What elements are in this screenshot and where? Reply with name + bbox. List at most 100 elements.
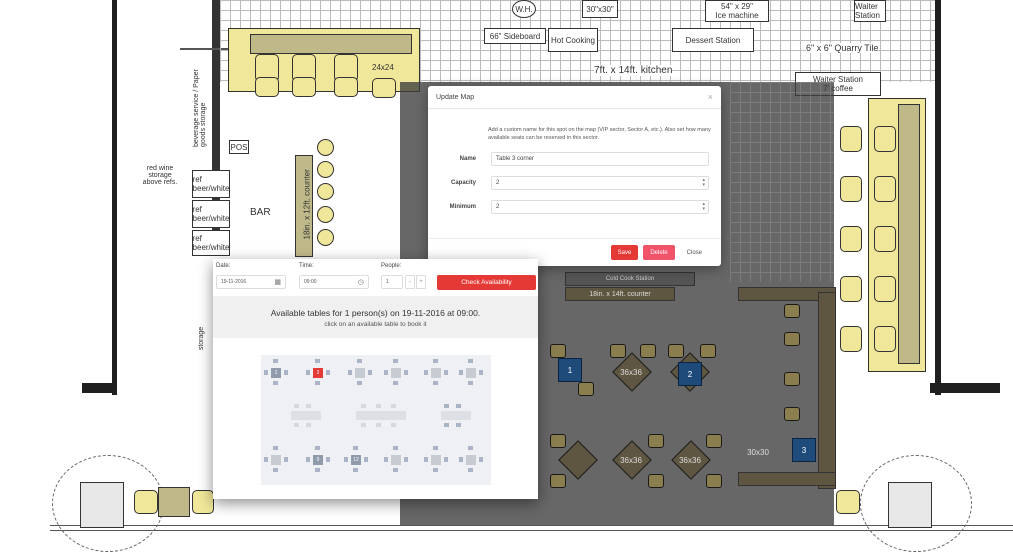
booth-dark	[738, 472, 836, 486]
wall	[930, 383, 1000, 393]
people-increment-button[interactable]: +	[416, 275, 426, 289]
wall	[935, 0, 941, 395]
dining-chair	[784, 332, 800, 346]
time-input[interactable]: 09:00 ◷	[299, 275, 369, 289]
availability-subtitle: click on an available table to book it	[324, 321, 427, 328]
blue-table: 2	[678, 362, 702, 386]
people-decrement-button[interactable]: -	[405, 275, 415, 289]
long-table[interactable]	[356, 411, 406, 420]
dining-chair	[648, 434, 664, 448]
hot-cooking: Hot Cooking	[548, 28, 598, 52]
capacity-label: Capacity	[450, 180, 476, 186]
ice-machine: 54" x 29" Ice machine	[705, 0, 769, 22]
seat-marker	[384, 457, 388, 462]
seat-marker	[433, 359, 438, 363]
table-slot[interactable]	[355, 368, 365, 378]
seat-marker	[468, 359, 473, 363]
seat-marker	[294, 404, 299, 408]
table-slot[interactable]	[271, 455, 281, 465]
booth-chair	[874, 326, 896, 352]
water-heater: W.H.	[512, 0, 536, 18]
bar-stool	[317, 229, 334, 246]
minimum-input[interactable]: 2 ▴ ▾	[491, 200, 709, 214]
seat-marker	[384, 370, 388, 375]
dining-chair	[610, 344, 626, 358]
seat-marker	[393, 446, 398, 450]
dining-chair	[640, 344, 656, 358]
save-button[interactable]: Save	[610, 245, 639, 260]
seat-marker	[344, 457, 348, 462]
bar-chair	[334, 77, 358, 97]
seat-marker	[424, 457, 428, 462]
delete-button[interactable]: Delete	[643, 245, 675, 260]
table-slot[interactable]	[466, 455, 476, 465]
seat-marker	[273, 446, 278, 450]
table-slot[interactable]	[431, 368, 441, 378]
kitchen-label: 7ft. x 14ft. kitchen	[594, 65, 673, 76]
table-slot[interactable]: 12	[351, 455, 361, 465]
booth-chair	[874, 276, 896, 302]
cold-cook-station: Cold Cook Station	[565, 272, 695, 286]
check-availability-button[interactable]: Check Availability	[437, 275, 536, 290]
seat-marker	[444, 370, 448, 375]
bar-stool	[317, 183, 334, 200]
seat-marker	[273, 359, 278, 363]
long-table[interactable]	[291, 411, 321, 420]
seat-marker	[468, 468, 473, 472]
seat-marker	[468, 446, 473, 450]
dining-table-label: 36x36	[620, 456, 642, 465]
seat-marker	[404, 370, 408, 375]
seat-marker	[361, 404, 366, 408]
waiter-station-top: Waiter Station	[854, 0, 886, 22]
bottom-counter: 18in. x 14ft. counter	[565, 287, 675, 301]
close-icon[interactable]: ×	[708, 92, 713, 102]
seat-marker	[294, 423, 299, 427]
bar-stool	[317, 206, 334, 223]
capacity-input[interactable]: 2 ▴ ▾	[491, 176, 709, 190]
name-input[interactable]: Table 3 corner	[491, 152, 709, 166]
availability-header: Available tables for 1 person(s) on 19-1…	[213, 296, 538, 338]
modal-description: Add a custom name for this spot on the m…	[488, 127, 711, 141]
people-label: People:	[381, 263, 402, 269]
bar-counter-label: 18in. x 12ft. counter	[302, 169, 312, 240]
patio-chair	[192, 490, 214, 514]
booth-chair	[840, 276, 862, 302]
modal-title: Update Map	[436, 93, 475, 101]
overlay-tile-grid	[730, 82, 834, 282]
spinner-icon[interactable]: ▴ ▾	[702, 178, 705, 188]
seat-marker	[273, 381, 278, 385]
spinner-icon[interactable]: ▴ ▾	[702, 202, 705, 212]
date-input[interactable]: 19-11-2016 ▦	[216, 275, 286, 289]
bar-label: BAR	[250, 207, 271, 218]
table-slot[interactable]	[431, 455, 441, 465]
table-slot[interactable]	[466, 368, 476, 378]
dining-chair	[706, 434, 722, 448]
red-wine-label: red wine storage above refs.	[142, 165, 178, 186]
capacity-row: Capacity 2 ▴ ▾	[438, 175, 715, 191]
minimum-label: Minimum	[449, 204, 476, 210]
table-slot[interactable]	[391, 368, 401, 378]
table-slot-selected[interactable]: 2	[313, 368, 323, 378]
table-slot[interactable]	[391, 455, 401, 465]
date-label: Date:	[216, 263, 231, 269]
bar-stool	[317, 161, 334, 178]
table-slot[interactable]: 1	[271, 368, 281, 378]
dining-chair	[550, 344, 566, 358]
dining-chair	[648, 474, 664, 488]
table-slot[interactable]: 9	[313, 455, 323, 465]
seat-marker	[315, 446, 320, 450]
long-table[interactable]	[441, 411, 471, 420]
seat-marker	[353, 468, 358, 472]
people-input[interactable]: 1	[381, 275, 403, 289]
bar-chair	[292, 77, 316, 97]
close-button[interactable]: Close	[679, 245, 709, 260]
seat-marker	[433, 468, 438, 472]
modal-header: Update Map ×	[428, 86, 721, 109]
seat-marker	[353, 446, 358, 450]
dining-table-label: 30x30	[747, 448, 769, 457]
wall	[82, 383, 117, 393]
time-label: Time:	[299, 263, 314, 269]
seat-marker	[404, 457, 408, 462]
seat-marker	[361, 423, 366, 427]
dining-chair	[668, 344, 684, 358]
